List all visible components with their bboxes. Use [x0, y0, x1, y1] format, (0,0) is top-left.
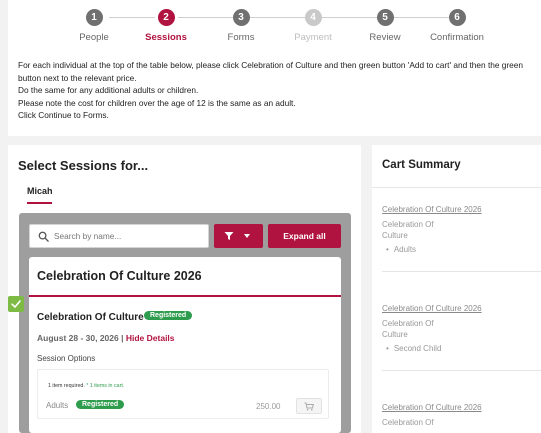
- instruction-line: For each individual at the top of the ta…: [18, 60, 524, 83]
- cart-item-link[interactable]: Celebration Of Culture 2026: [382, 304, 532, 313]
- cart-divider: [382, 370, 541, 371]
- step-number-badge: 6: [448, 9, 466, 26]
- step-number-badge: 2: [157, 9, 175, 26]
- expand-all-button[interactable]: Expand all: [268, 224, 341, 248]
- session-dates: August 28 - 30, 2026 | Hide Details: [37, 333, 175, 343]
- event-title[interactable]: Celebration Of Culture 2026: [37, 269, 202, 283]
- session-name[interactable]: Celebration Of Culture: [37, 312, 144, 323]
- event-card: Celebration Of Culture 2026 Celebration …: [29, 257, 341, 433]
- registered-badge: Registered: [76, 400, 125, 409]
- cart-summary-panel: Cart Summary Celebration Of Culture 2026…: [372, 145, 541, 433]
- cart-item: Celebration Of Culture 2026 Celebration …: [382, 304, 532, 353]
- step-number-badge: 1: [85, 9, 103, 26]
- search-icon: [38, 231, 49, 242]
- cart-item-session: Celebration Of Culture: [382, 220, 434, 240]
- cart-divider: [382, 271, 541, 272]
- required-text: 1 item required.: [48, 383, 85, 389]
- active-tab-indicator: [27, 202, 52, 204]
- step-label: Confirmation: [430, 32, 484, 43]
- cart-item: Celebration Of Culture 2026 Celebration …: [382, 205, 532, 254]
- session-date-range: August 28 - 30, 2026 |: [37, 333, 124, 343]
- chevron-down-icon: [244, 234, 250, 238]
- step-number-badge: 4: [304, 9, 322, 26]
- selected-check-icon: [8, 296, 24, 312]
- instruction-line: Click Continue to Forms.: [18, 110, 109, 121]
- filter-dropdown-button[interactable]: [214, 224, 263, 248]
- option-price: 250.00: [256, 402, 281, 411]
- cart-item-category: Second Child: [382, 344, 532, 353]
- cart-item-category: Adults: [382, 245, 532, 254]
- filter-icon: [224, 232, 234, 240]
- sessions-list-container: Expand all Celebration Of Culture 2026 C…: [19, 213, 351, 433]
- add-to-cart-button[interactable]: [296, 398, 322, 414]
- search-input[interactable]: [54, 226, 204, 246]
- progress-stepper: 1 People 2 Sessions 3 Forms 4 Payment 5 …: [8, 9, 541, 45]
- panel-title: Select Sessions for...: [18, 158, 149, 173]
- registered-badge: Registered: [144, 311, 193, 320]
- search-box[interactable]: [29, 224, 209, 248]
- instructions-text: For each individual at the top of the ta…: [18, 59, 538, 122]
- person-tab-micah[interactable]: Micah: [27, 186, 53, 196]
- instruction-line: Please note the cost for children over t…: [18, 97, 296, 108]
- select-sessions-panel: Select Sessions for... Micah Expand all …: [8, 145, 361, 433]
- step-confirmation[interactable]: 6 Confirmation: [412, 9, 502, 43]
- instruction-line: Do the same for any additional adults or…: [18, 85, 199, 96]
- in-cart-text: * 1 items in cart.: [86, 383, 125, 389]
- checkmark-icon: [11, 300, 21, 308]
- hide-details-link[interactable]: Hide Details: [126, 333, 175, 343]
- cart-divider: [372, 187, 541, 188]
- requirement-text: 1 item required. * 1 items in cart.: [48, 383, 124, 389]
- step-number-badge: 5: [376, 9, 394, 26]
- step-number-badge: 3: [232, 9, 250, 26]
- cart-item: Celebration Of Culture 2026 Celebration …: [382, 403, 532, 428]
- cart-icon: [304, 402, 314, 411]
- cart-item-session: Celebration Of: [382, 418, 434, 427]
- checkout-header-card: 1 People 2 Sessions 3 Forms 4 Payment 5 …: [8, 0, 541, 136]
- session-option-box: 1 item required. * 1 items in cart. Adul…: [37, 369, 329, 419]
- cart-item-link[interactable]: Celebration Of Culture 2026: [382, 403, 532, 412]
- cart-item-session: Celebration Of Culture: [382, 319, 434, 339]
- event-divider: [29, 295, 341, 297]
- cart-item-link[interactable]: Celebration Of Culture 2026: [382, 205, 532, 214]
- option-label: Adults: [46, 401, 69, 410]
- session-options-label: Session Options: [37, 354, 96, 363]
- cart-summary-title: Cart Summary: [382, 159, 461, 171]
